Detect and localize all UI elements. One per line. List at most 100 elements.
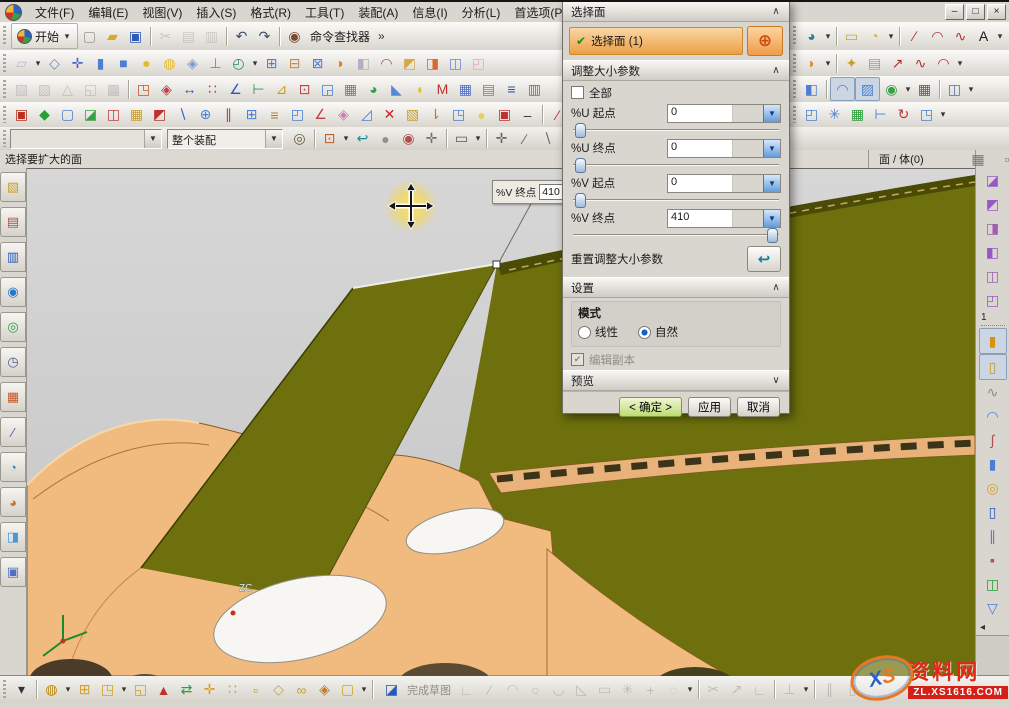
selected-face-row[interactable]: ✔ 选择面 (1) (569, 27, 743, 55)
assembly-navigator-icon[interactable]: ▧ (0, 172, 26, 202)
folder-find-icon[interactable]: ▧ (401, 104, 424, 126)
collapse-icon[interactable]: ∧ (768, 6, 784, 17)
cylinder-icon[interactable]: ▮ (89, 52, 112, 74)
boss-icon[interactable]: ◍ (158, 52, 181, 74)
select-target-icon[interactable]: ⊡ (318, 128, 341, 150)
mold-shrinkage-icon[interactable]: ◨ (980, 216, 1006, 240)
part-navigator-icon[interactable]: ▥ (0, 242, 26, 272)
corner-arrow-icon[interactable]: ◿ (355, 104, 378, 126)
drag-value-label[interactable]: %V 终点 410 (492, 180, 571, 204)
collapse-strip-icon[interactable]: ◂ (976, 620, 985, 633)
cancel-button[interactable]: 取消 (737, 397, 780, 417)
dropdown-caret-icon[interactable]: ▾ (341, 128, 351, 150)
param-value[interactable]: 0 (668, 175, 732, 192)
restore-icon[interactable]: □ (966, 4, 985, 20)
drag-handle[interactable] (493, 261, 500, 268)
toolbar-grip[interactable] (793, 80, 796, 98)
angle-mark-icon[interactable]: ∠ (309, 104, 332, 126)
materials-icon[interactable]: ▣ (0, 557, 26, 587)
spline-icon[interactable]: ∿ (949, 25, 972, 47)
display-mode-icon[interactable]: ◕ (800, 25, 823, 47)
graphics-viewport[interactable]: ZC %V 终点 410 (27, 168, 975, 676)
palette-board-icon[interactable]: ▦ (0, 382, 26, 412)
slider-thumb[interactable] (575, 193, 586, 208)
delete-icon[interactable]: ✕ (378, 104, 401, 126)
offset-curve-icon[interactable]: ◌ (662, 679, 685, 701)
grid-a-icon[interactable]: ▤ (477, 78, 500, 100)
dropdown-caret-icon[interactable]: ▾ (938, 104, 948, 126)
backgrounds-icon[interactable]: ◨ (0, 522, 26, 552)
command-finder-label[interactable]: 命令查找器 (310, 28, 370, 45)
open-folder-icon[interactable]: ▰ (101, 25, 124, 47)
datum-csys-icon[interactable]: ✛ (66, 52, 89, 74)
dropdown-caret-icon[interactable]: ▾ (801, 679, 811, 701)
sheet-view-icon[interactable]: ▥ (523, 78, 546, 100)
chevron-down-icon[interactable]: ▼ (265, 130, 282, 148)
gear-circle-icon[interactable]: ✳ (823, 104, 846, 126)
sequence-icon[interactable]: ◈ (313, 679, 336, 701)
pattern-red-icon[interactable]: ◩ (148, 104, 171, 126)
mold-insert-icon[interactable]: ◰ (980, 288, 1006, 312)
sketch-line-icon[interactable]: ∕ (478, 679, 501, 701)
toolbar-grip[interactable] (3, 54, 6, 72)
rectangle-select-icon[interactable]: ▭ (450, 128, 473, 150)
surface-grid-icon[interactable]: ▨ (855, 77, 880, 101)
move-origin-icon[interactable]: ✛ (198, 679, 221, 701)
slider-thumb[interactable] (575, 158, 586, 173)
param-value[interactable]: 410 (668, 210, 732, 227)
key-point-icon[interactable]: ✦ (840, 52, 863, 74)
toolbar-grip[interactable] (793, 26, 796, 46)
view-plane-icon[interactable]: ◰ (286, 104, 309, 126)
diagonal-line-icon[interactable]: ∖ (171, 104, 194, 126)
pocket-tool-icon[interactable]: ▽ (980, 596, 1006, 620)
dropdown-caret-icon[interactable]: ▾ (823, 52, 833, 74)
param-value[interactable]: 0 (668, 105, 732, 122)
reset-button[interactable]: ↩ (747, 246, 781, 272)
undo-selection-icon[interactable]: ↩ (351, 128, 374, 150)
key-document-icon[interactable]: ▤ (863, 52, 886, 74)
sketch-icon[interactable]: ▱ (10, 52, 33, 74)
grab-hand-icon[interactable]: ✛ (420, 128, 443, 150)
section-settings[interactable]: 设置 ∧ (563, 277, 789, 298)
parallel-lines-icon[interactable]: ∥ (217, 104, 240, 126)
patch-icon[interactable]: ◰ (467, 52, 490, 74)
toolbar-grip[interactable] (3, 130, 6, 146)
mirror-face-icon[interactable]: ▨ (33, 78, 56, 100)
mold-workpiece-icon[interactable]: ◧ (980, 240, 1006, 264)
geometric-constraints-icon[interactable]: ⊥ (778, 679, 801, 701)
toolbar-grip[interactable] (3, 26, 6, 46)
ruler-angle-icon[interactable]: ⊿ (270, 78, 293, 100)
m-mode-icon[interactable]: M (431, 78, 454, 100)
dropdown-caret-icon[interactable]: ▾ (473, 128, 483, 150)
param-slider[interactable] (573, 193, 779, 206)
add-component-icon[interactable]: ⊞ (73, 679, 96, 701)
shell-icon[interactable]: ◫ (444, 52, 467, 74)
grid-pattern-icon[interactable]: ▦ (846, 104, 869, 126)
section-resize-params[interactable]: 调整大小参数 ∧ (563, 60, 789, 81)
rectangle-icon[interactable]: ▭ (593, 679, 616, 701)
arrow-box-icon[interactable]: ◳ (915, 104, 938, 126)
dropdown-caret-icon[interactable]: ▾ (33, 52, 43, 74)
guide-pins-icon[interactable]: ∥ (980, 524, 1006, 548)
through-curves-icon[interactable]: ◠ (375, 52, 398, 74)
ejector-pin-icon[interactable]: ▮ (980, 452, 1006, 476)
color-map-icon[interactable]: ▦ (339, 78, 362, 100)
cut-icon[interactable]: ✂ (154, 25, 177, 47)
section-select-face[interactable]: 选择面 ∧ (563, 1, 789, 22)
all-checkbox[interactable]: 全部 (571, 84, 781, 101)
arc-icon[interactable]: ◠ (926, 25, 949, 47)
mold-csys-icon[interactable]: ◩ (980, 192, 1006, 216)
interpart-link-icon[interactable]: ∞ (290, 679, 313, 701)
expand-icon[interactable]: ∨ (768, 375, 784, 386)
move-component-icon[interactable]: ◱ (129, 679, 152, 701)
model-canvas[interactable]: ZC (27, 169, 975, 676)
highlight-lines-icon[interactable]: ◖ (408, 78, 431, 100)
pin-marker-icon[interactable]: ◉ (397, 128, 420, 150)
spring-tool-icon[interactable]: ∫ (980, 428, 1006, 452)
red-mesh-icon[interactable]: ▦ (913, 78, 936, 100)
section-preview[interactable]: 预览 ∨ (563, 370, 789, 391)
offset-surface-icon[interactable]: ◗ (800, 52, 823, 74)
new-component-icon[interactable]: ◳ (96, 679, 119, 701)
param-input[interactable]: 0▼ (667, 104, 781, 123)
command-finder-icon[interactable]: ◉ (283, 25, 306, 47)
